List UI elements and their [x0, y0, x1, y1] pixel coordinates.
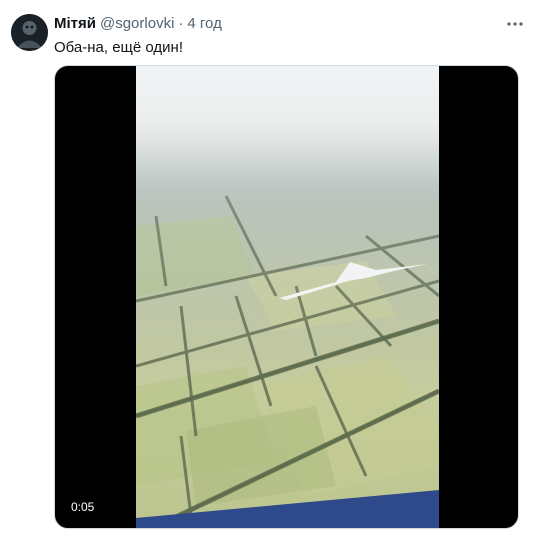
avatar[interactable]	[11, 14, 48, 51]
more-options-button[interactable]	[498, 12, 532, 36]
video-timer: 0:05	[65, 497, 101, 517]
tweet[interactable]: Мітяй @sgorlovki · 4 год Оба-на, ещё оди…	[0, 0, 534, 540]
tweet-text: Оба-на, ещё один!	[54, 39, 184, 56]
video-player[interactable]: 0:05	[54, 65, 519, 529]
avatar-image	[11, 14, 48, 51]
separator-dot: ·	[178, 15, 184, 32]
tweet-timestamp[interactable]: 4 год	[187, 14, 221, 34]
ellipsis-icon	[507, 22, 523, 26]
author-name[interactable]: Мітяй	[54, 14, 96, 34]
video-thumbnail	[136, 66, 439, 528]
tweet-header: Мітяй @sgorlovki · 4 год	[54, 14, 222, 34]
video-frame[interactable]	[136, 66, 439, 528]
author-handle[interactable]: @sgorlovki	[100, 14, 174, 34]
